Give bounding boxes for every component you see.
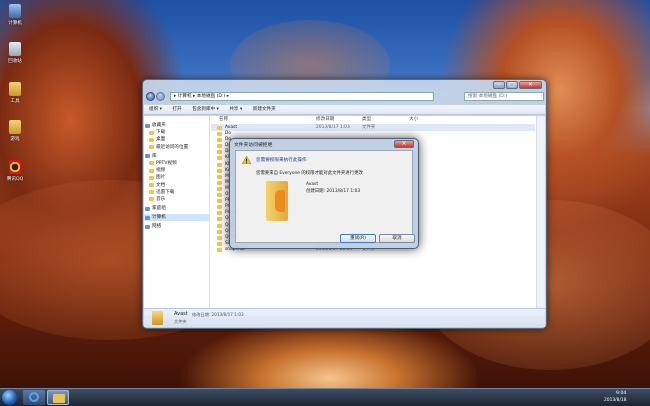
nav-network[interactable]: 网络 — [144, 223, 209, 230]
nav-desktop[interactable]: 桌面 — [144, 136, 209, 143]
maximize-button[interactable]: □ — [506, 81, 518, 89]
folder-icon — [53, 394, 65, 403]
computer-icon — [9, 4, 21, 18]
dialog-item-date: 创建日期: 2013/8/17 1:03 — [306, 189, 361, 194]
address-row: ‹ › ▸ 计算机 ▸ 本地磁盘 (D:) ▸ 搜索 本地磁盘 (D:) — [146, 92, 544, 103]
details-date: 修改日期: 2013/8/17 1:03 — [192, 312, 244, 317]
dialog-item-name: Avast — [306, 182, 319, 187]
desktop-icon-computer[interactable]: 计算机 — [4, 4, 26, 26]
column-size[interactable]: 大小 — [409, 116, 418, 124]
ie-taskbar-button[interactable] — [23, 390, 45, 405]
nav-music[interactable]: 音乐 — [144, 196, 209, 203]
column-date[interactable]: 修改日期 — [316, 116, 334, 124]
recycle-bin-icon — [9, 42, 21, 56]
nav-recent-places[interactable]: 最近访问的位置 — [144, 144, 209, 151]
file-date: 2013/8/17 1:03 — [316, 125, 350, 130]
column-type[interactable]: 类型 — [362, 116, 371, 124]
dialog-title: 文件夹访问被拒绝 — [234, 143, 273, 148]
nav-favorites[interactable]: 收藏夹 — [144, 122, 209, 129]
clock-time[interactable]: 9:04 — [616, 391, 626, 396]
folder-icon — [266, 181, 288, 221]
dialog-body: 您需要权限来执行此操作 您需要来自 Everyone 的权限才能对此文件夹进行更… — [235, 150, 415, 243]
games-folder-icon — [9, 120, 21, 134]
nav-computer[interactable]: 计算机 — [144, 214, 209, 222]
dialog-heading: 您需要权限来执行此操作 — [256, 158, 307, 163]
desktop-icon-games[interactable]: 游戏 — [4, 120, 26, 142]
nav-pptv[interactable]: PPTV视频 — [144, 160, 209, 167]
column-name[interactable]: 名称 — [219, 116, 228, 124]
nav-pictures[interactable]: 图片 — [144, 174, 209, 181]
cancel-button[interactable]: 取消 — [379, 234, 415, 243]
nav-homegroup[interactable]: 家庭组 — [144, 205, 209, 212]
command-toolbar: 组织 ▾ 打开 包含到库中 ▾ 共享 ▾ 新建文件夹 — [144, 104, 545, 115]
navigation-pane: 收藏夹 下载 桌面 最近访问的位置 库 PPTV视频 视频 图片 文档 迅雷下载… — [144, 116, 210, 308]
nav-documents[interactable]: 文档 — [144, 182, 209, 189]
warning-icon — [242, 156, 251, 164]
ie-icon — [29, 392, 39, 402]
dialog-message: 您需要来自 Everyone 的权限才能对此文件夹进行更改 — [256, 171, 363, 176]
nav-libraries[interactable]: 库 — [144, 153, 209, 160]
explorer-taskbar-button[interactable] — [47, 390, 69, 405]
details-type: 文件夹 — [174, 319, 187, 324]
nav-downloads[interactable]: 下载 — [144, 129, 209, 136]
access-denied-dialog: 文件夹访问被拒绝 × 您需要权限来执行此操作 您需要来自 Everyone 的权… — [229, 138, 419, 249]
share-button[interactable]: 共享 ▾ — [229, 107, 242, 112]
back-button[interactable]: ‹ — [146, 92, 155, 101]
file-type: 文件夹 — [362, 125, 376, 130]
tools-folder-icon — [9, 82, 21, 96]
desktop-icon-tools[interactable]: 工具 — [4, 82, 26, 104]
qq-icon — [9, 160, 21, 174]
desktop-icon-qq[interactable]: 腾讯QQ — [4, 160, 26, 182]
vertical-scrollbar[interactable] — [536, 116, 545, 308]
taskbar: 9:04 2013/8/18 — [0, 388, 650, 406]
window-titlebar[interactable]: – □ × — [143, 80, 546, 92]
search-input[interactable]: 搜索 本地磁盘 (D:) — [464, 92, 544, 101]
folder-icon — [152, 311, 163, 325]
nav-xunlei[interactable]: 迅雷下载 — [144, 189, 209, 196]
clock-date[interactable]: 2013/8/18 — [604, 398, 627, 403]
start-button[interactable] — [2, 390, 17, 405]
new-folder-button[interactable]: 新建文件夹 — [253, 107, 276, 112]
desktop-icon-recycle-bin[interactable]: 回收站 — [4, 42, 26, 64]
address-bar[interactable]: ▸ 计算机 ▸ 本地磁盘 (D:) ▸ — [170, 92, 434, 101]
dialog-close-button[interactable]: × — [394, 140, 414, 148]
open-button[interactable]: 打开 — [172, 107, 181, 112]
include-in-library-button[interactable]: 包含到库中 ▾ — [192, 107, 219, 112]
close-button[interactable]: × — [519, 81, 542, 89]
nav-videos[interactable]: 视频 — [144, 167, 209, 174]
organize-button[interactable]: 组织 ▾ — [149, 107, 162, 112]
retry-button[interactable]: 重试(R) — [340, 234, 376, 243]
column-headers: 名称 修改日期 类型 大小 — [211, 116, 535, 125]
forward-button[interactable]: › — [156, 92, 165, 101]
details-name: Avast — [174, 311, 188, 317]
minimize-button[interactable]: – — [493, 81, 505, 89]
details-pane: Avast 修改日期: 2013/8/17 1:03 文件夹 — [144, 308, 545, 327]
